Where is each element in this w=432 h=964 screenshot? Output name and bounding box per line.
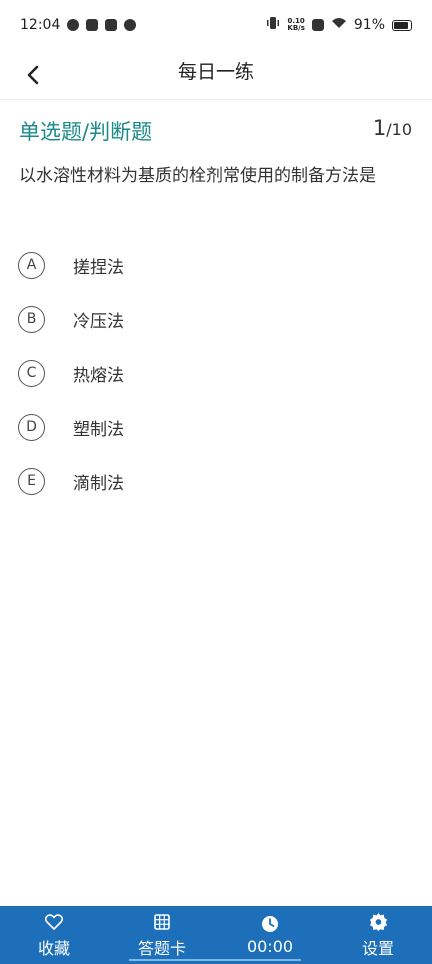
battery-icon (392, 19, 412, 31)
tab-label: 答题卡 (137, 938, 186, 958)
status-right: 0.10 KB/s 91% (266, 16, 412, 34)
option-letter: B (18, 305, 45, 333)
tab-timer[interactable]: 00:00 (216, 906, 324, 964)
option-letter: C (18, 359, 45, 387)
tab-label: 收藏 (37, 938, 70, 958)
option-d[interactable]: D 塑制法 (18, 400, 418, 454)
option-e[interactable]: E 滴制法 (18, 454, 418, 508)
vibrate-icon (266, 16, 280, 34)
option-b[interactable]: B 冷压法 (18, 292, 418, 346)
wifi-icon (331, 17, 347, 33)
mail-notification-icon (86, 19, 99, 31)
app-notification-icon (67, 19, 80, 31)
heart-icon (45, 913, 63, 930)
status-time: 12:04 (20, 17, 61, 33)
question-type-title: 单选题/判断题 (19, 120, 153, 144)
net-speed: 0.10 KB/s (287, 18, 304, 32)
header: 每日一练 (0, 50, 432, 100)
status-left: 12:04 (20, 17, 137, 33)
grid-icon (154, 913, 170, 930)
bottom-bar: 收藏 答题卡 00:00 设置 (0, 906, 432, 964)
option-letter: E (18, 467, 45, 495)
options-list: A 搓捏法 B 冷压法 C 热熔法 D 塑制法 E 滴制法 (18, 238, 418, 508)
status-bar: 12:04 0.10 KB/s 91% (0, 0, 432, 50)
tab-label: 00:00 (246, 937, 294, 956)
tab-favorite[interactable]: 收藏 (0, 906, 108, 964)
option-text: 热熔法 (73, 365, 124, 386)
question-counter: 1/10 (373, 116, 412, 140)
tab-label: 设置 (361, 938, 394, 958)
battery-percent: 91% (353, 17, 385, 33)
practice-page: 12:04 0.10 KB/s 91% 每日一练 单选题/判断题 1/10 以水… (0, 0, 432, 964)
question-text: 以水溶性材料为基质的栓剂常使用的制备方法是 (19, 166, 376, 186)
option-a[interactable]: A 搓捏法 (18, 238, 418, 292)
total-questions: /10 (386, 120, 412, 139)
option-text: 搓捏法 (73, 257, 124, 278)
current-question-number: 1 (372, 116, 387, 140)
option-text: 塑制法 (73, 419, 124, 440)
option-text: 滴制法 (73, 473, 124, 494)
app-notification-icon-2 (105, 19, 118, 31)
clock-icon (262, 916, 278, 932)
chat-notification-icon (124, 19, 137, 31)
gear-icon (369, 912, 387, 931)
net-speed-unit: KB/s (287, 24, 305, 32)
option-letter: A (18, 251, 45, 279)
tab-settings[interactable]: 设置 (324, 906, 432, 964)
page-title: 每日一练 (177, 61, 254, 83)
active-tab-indicator (129, 959, 301, 961)
sim-icon (311, 19, 324, 31)
tab-answer-card[interactable]: 答题卡 (108, 906, 216, 964)
option-text: 冷压法 (73, 311, 124, 332)
option-c[interactable]: C 热熔法 (18, 346, 418, 400)
option-letter: D (18, 413, 45, 441)
